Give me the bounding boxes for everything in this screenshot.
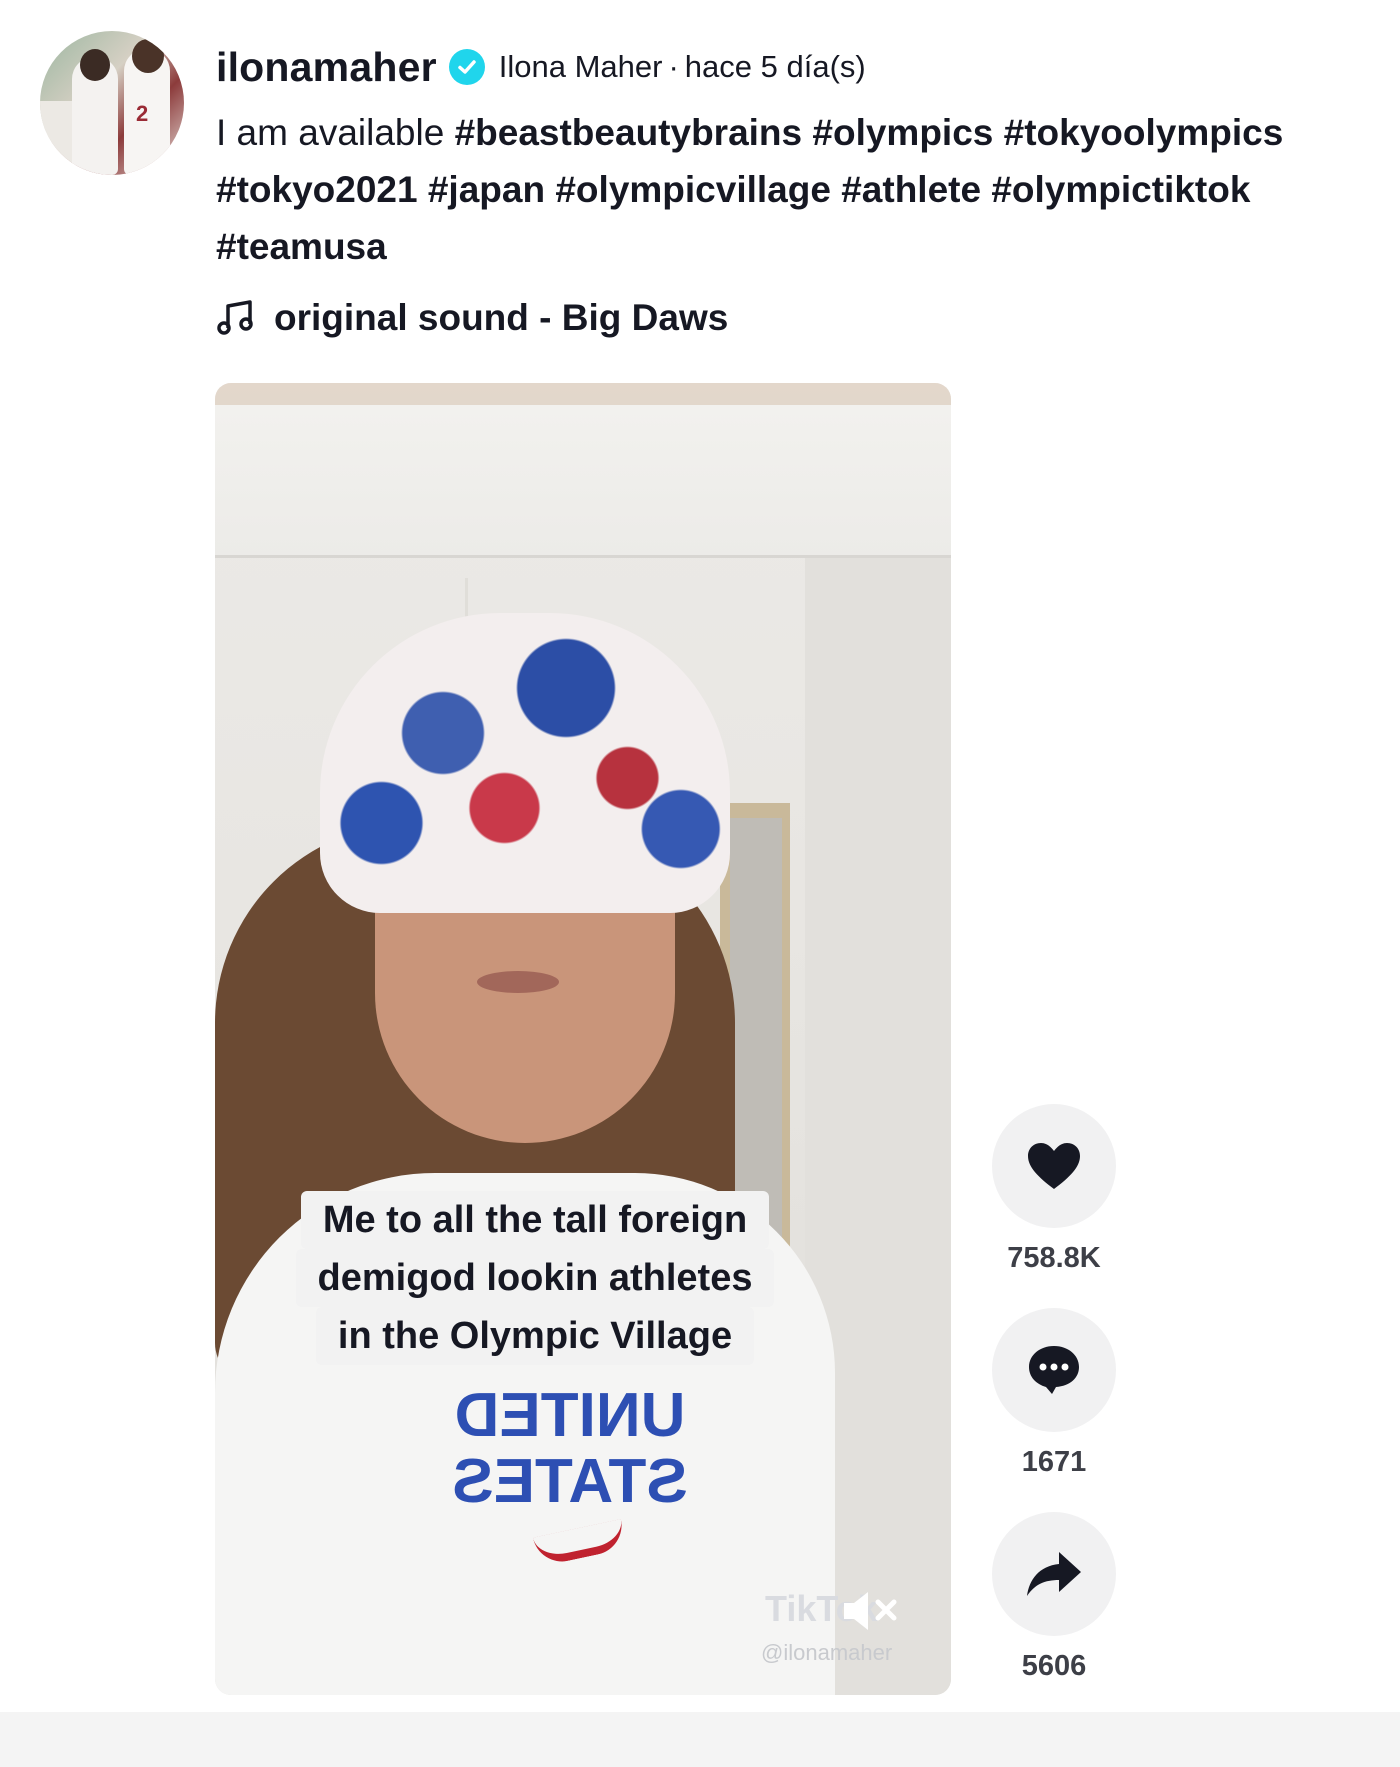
heart-icon [1028, 1143, 1080, 1189]
author-line: ilonamaher Ilona Maher · hace 5 día(s) [216, 40, 1376, 94]
like-count: 758.8K [1007, 1242, 1101, 1274]
mute-button[interactable] [840, 1588, 904, 1634]
post-header: ilonamaher Ilona Maher · hace 5 día(s) [216, 40, 1376, 94]
verified-badge-icon [448, 49, 485, 85]
share-count: 5606 [1021, 1650, 1087, 1682]
overlay-line: Me to all the tall foreign [300, 1191, 770, 1249]
hashtag-link[interactable]: #olympics [812, 112, 993, 153]
watermark-username: @ilonamaher [761, 1640, 893, 1665]
music-note-icon [217, 300, 253, 335]
shirt-print: UNITED STATES [452, 1381, 688, 1516]
video-player[interactable]: UNITED STATES Me to all the tall foreign… [215, 383, 951, 1695]
hashtag-link[interactable]: #athlete [841, 169, 981, 210]
video-subject-hat [320, 613, 730, 913]
hashtag-link[interactable]: #beastbeautybrains [455, 112, 803, 153]
hashtag-link[interactable]: #tokyoolympics [1004, 112, 1284, 153]
comment-action: 1671 [992, 1308, 1116, 1512]
speaker-muted-icon [844, 1592, 897, 1630]
like-action: 758.8K [992, 1104, 1116, 1308]
action-bar: 758.8K 1671 5606 [992, 1104, 1116, 1716]
overlay-line: in the Olympic Village [315, 1307, 755, 1365]
author-nickname[interactable]: Ilona Maher [499, 49, 663, 85]
video-frame-ceiling [215, 383, 951, 558]
post-caption: I am available #beastbeautybrains #olymp… [216, 104, 1376, 275]
like-button[interactable] [992, 1104, 1116, 1228]
video-post: 2 ilonamaher Ilona Maher · hace 5 día(s)… [0, 0, 1400, 1700]
hashtag-link[interactable]: #japan [428, 169, 545, 210]
meta-separator: · [668, 49, 679, 84]
share-button[interactable] [992, 1512, 1116, 1636]
music-title: original sound - Big Daws [274, 297, 729, 338]
video-text-overlay: Me to all the tall foreign demigod looki… [265, 1191, 805, 1365]
comment-bubble-icon [1029, 1346, 1079, 1394]
comment-count: 1671 [1021, 1446, 1087, 1478]
page-footer-band [0, 1712, 1400, 1767]
hashtag-link[interactable]: #olympicvillage [555, 169, 831, 210]
share-action: 5606 [992, 1512, 1116, 1716]
music-link[interactable]: original sound - Big Daws [216, 290, 728, 346]
overlay-line: demigod lookin athletes [295, 1249, 775, 1307]
share-arrow-icon [1027, 1552, 1081, 1596]
hashtag-link[interactable]: #olympictiktok [991, 169, 1250, 210]
hashtag-link[interactable]: #tokyo2021 [216, 169, 418, 210]
author-avatar[interactable]: 2 [40, 31, 184, 175]
author-username[interactable]: ilonamaher [216, 44, 437, 91]
post-time: hace 5 día(s) [684, 49, 866, 84]
caption-text: I am available [216, 112, 445, 153]
comment-button[interactable] [992, 1308, 1116, 1432]
hashtag-link[interactable]: #teamusa [216, 226, 387, 267]
